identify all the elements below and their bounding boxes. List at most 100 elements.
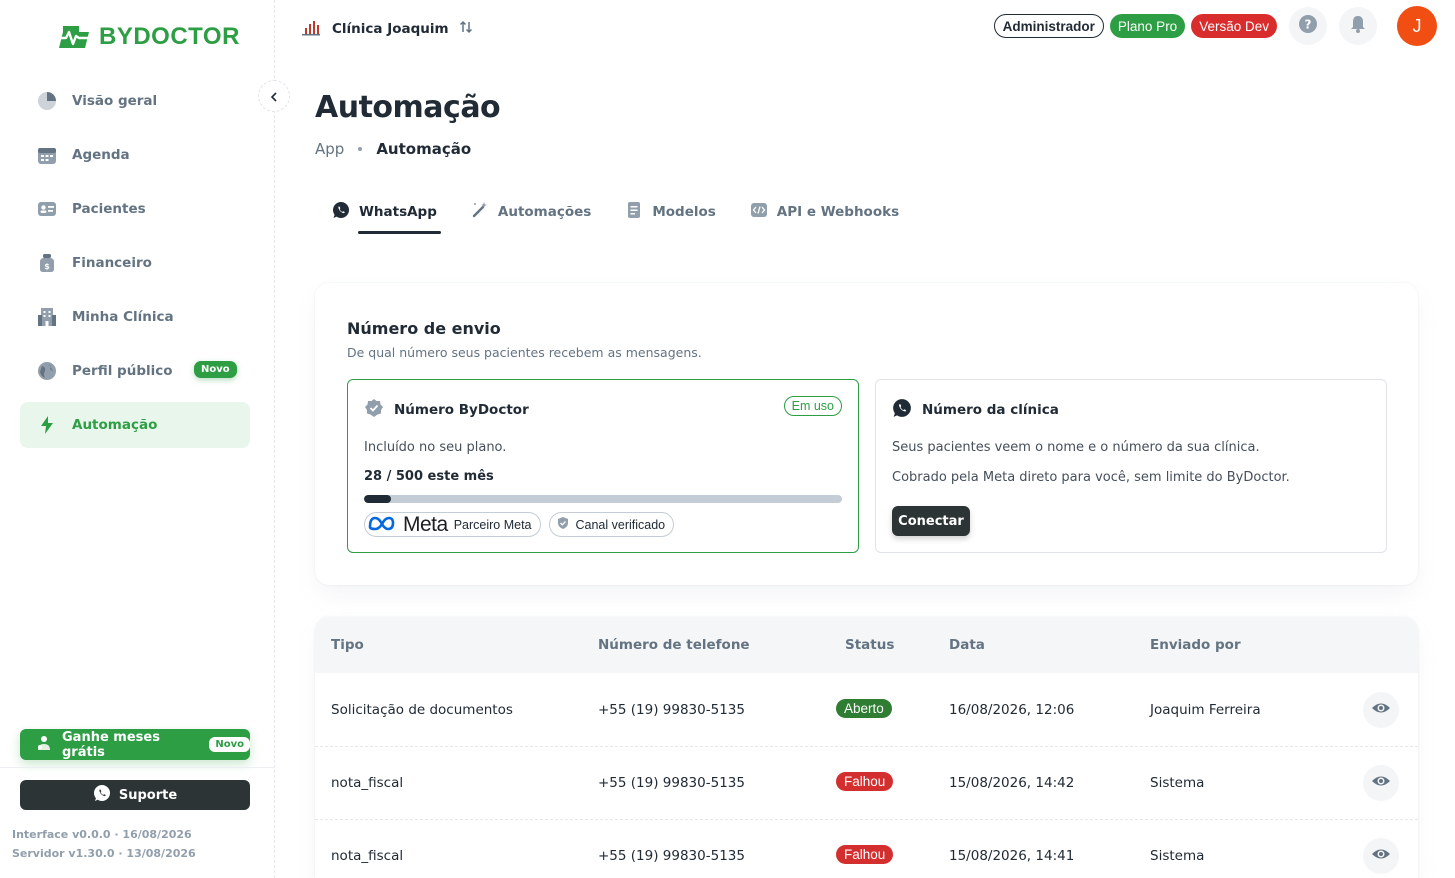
usage-text: 28 / 500 este mês (364, 469, 494, 484)
sidebar-item-pacientes[interactable]: Pacientes (20, 186, 250, 232)
card-subtitle: De qual número seus pacientes recebem as… (347, 345, 702, 360)
sidebar-item-agenda[interactable]: Agenda (20, 132, 250, 178)
eye-icon (1371, 698, 1391, 722)
sidebar-item-label: Agenda (72, 147, 130, 163)
sidebar-item-automacao[interactable]: Automação (20, 402, 250, 448)
code-icon (750, 201, 768, 223)
tab-label: API e Webhooks (776, 204, 900, 220)
sidebar-nav: Visão geral Agenda Pacientes $ Financeir… (20, 78, 250, 456)
connect-button[interactable]: Conectar (892, 506, 970, 536)
page-title: Automação (315, 90, 501, 125)
option-bydoctor-number[interactable]: Número ByDoctor Em uso Incluído no seu p… (347, 379, 859, 553)
meta-logo-icon (367, 514, 397, 535)
column-header-telefone[interactable]: Número de telefone (598, 637, 750, 653)
sidebar-item-label: Automação (72, 417, 158, 433)
calendar-icon (36, 144, 58, 166)
cell-telefone: +55 (19) 99830-5135 (598, 848, 745, 864)
view-button[interactable] (1363, 838, 1399, 874)
collapse-sidebar-button[interactable] (258, 80, 290, 112)
cell-enviado-por: Joaquim Ferreira (1150, 702, 1261, 718)
sender-number-card: Número de envio De qual número seus paci… (315, 283, 1418, 585)
status-badge: Falhou (836, 845, 894, 864)
plan-badge: Plano Pro (1109, 14, 1186, 38)
building-icon (36, 306, 58, 328)
breadcrumb-separator (358, 147, 363, 151)
sidebar-item-minha-clinica[interactable]: Minha Clínica (20, 294, 250, 340)
breadcrumb-app[interactable]: App (315, 140, 344, 158)
clinic-switcher[interactable]: Clínica Joaquim (300, 16, 473, 42)
cell-data: 15/08/2026, 14:41 (949, 848, 1075, 864)
card-title: Número de envio (347, 319, 501, 338)
table-row[interactable]: Solicitação de documentos +55 (19) 99830-… (315, 674, 1418, 747)
cell-enviado-por: Sistema (1150, 775, 1205, 791)
money-bag-icon: $ (36, 252, 58, 274)
badge-chips: Meta Parceiro Meta Canal verificado (364, 512, 675, 537)
sidebar-item-label: Financeiro (72, 255, 152, 271)
app-root: BYDOCTOR Visão geral Agenda Pacientes $ … (0, 0, 1455, 878)
column-header-status[interactable]: Status (845, 637, 894, 653)
tab-modelos[interactable]: Modelos (625, 200, 716, 224)
bell-icon (1348, 14, 1368, 38)
clinic-description-2: Cobrado pela Meta direto para você, sem … (892, 470, 1290, 485)
column-header-enviado-por[interactable]: Enviado por (1150, 637, 1241, 653)
breadcrumb: App Automação (315, 140, 471, 158)
table-header: Tipo Número de telefone Status Data Envi… (315, 617, 1418, 673)
option-title: Número ByDoctor (394, 402, 529, 418)
notifications-button[interactable] (1339, 7, 1377, 45)
cell-tipo: nota_fiscal (331, 848, 404, 864)
status-badge: Aberto (836, 699, 892, 718)
whatsapp-icon (93, 784, 111, 806)
logo-icon (59, 26, 89, 48)
column-header-tipo[interactable]: Tipo (331, 637, 364, 653)
in-use-badge: Em uso (783, 396, 842, 416)
tab-automacoes[interactable]: Automações (471, 200, 591, 224)
tab-whatsapp[interactable]: WhatsApp (332, 200, 441, 234)
verified-shield-icon (364, 398, 384, 422)
env-badge: Versão Dev (1191, 14, 1277, 38)
cell-tipo: nota_fiscal (331, 775, 404, 791)
view-button[interactable] (1363, 765, 1399, 801)
clinic-logo-icon (300, 16, 322, 42)
sidebar-item-perfil-publico[interactable]: Perfil público Novo (20, 348, 250, 394)
usage-progress-fill (364, 495, 391, 503)
gift-icon (36, 735, 52, 755)
user-avatar[interactable]: J (1397, 6, 1437, 46)
table-row[interactable]: nota_fiscal +55 (19) 99830-5135 15/08/2026… (315, 747, 1418, 820)
verified-channel-chip: Canal verificado (548, 512, 675, 537)
status-badge: Falhou (836, 772, 894, 791)
magic-wand-icon (471, 201, 489, 223)
swap-arrows-icon (459, 20, 473, 38)
table-row[interactable]: nota_fiscal +55 (19) 99830-5135 15/08/2026… (315, 820, 1418, 878)
free-months-label: Ganhe meses grátis (62, 729, 160, 760)
sidebar-divider (0, 767, 275, 768)
breadcrumb-current: Automação (376, 140, 472, 158)
sidebar-item-visao-geral[interactable]: Visão geral (20, 78, 250, 124)
help-button[interactable]: ? (1289, 7, 1327, 45)
tab-label: Modelos (652, 204, 716, 220)
option-clinic-number[interactable]: Número da clínica Seus pacientes veem o … (875, 379, 1387, 553)
brand-name: BYDOCTOR (99, 23, 240, 50)
whatsapp-icon (892, 398, 912, 422)
new-badge: Novo (194, 361, 237, 378)
view-button[interactable] (1363, 692, 1399, 728)
cell-data: 16/08/2026, 12:06 (949, 702, 1075, 718)
clinic-name: Clínica Joaquim (332, 21, 449, 37)
option-header: Número ByDoctor (364, 398, 529, 422)
tab-api-webhooks[interactable]: API e Webhooks (750, 200, 899, 224)
new-badge: Novo (209, 737, 250, 752)
globe-icon (36, 360, 58, 382)
eye-icon (1371, 771, 1391, 795)
tab-label: WhatsApp (359, 204, 437, 220)
tab-bar: WhatsApp Automações Modelos API e Webhoo… (332, 200, 899, 234)
cell-telefone: +55 (19) 99830-5135 (598, 702, 745, 718)
sidebar-item-label: Visão geral (72, 93, 158, 109)
brand-logo[interactable]: BYDOCTOR (55, 22, 240, 52)
id-card-icon (36, 198, 58, 220)
free-months-button[interactable]: Ganhe meses grátis Novo (20, 729, 250, 760)
support-button[interactable]: Suporte (20, 780, 250, 810)
cell-telefone: +55 (19) 99830-5135 (598, 775, 745, 791)
sidebar-item-financeiro[interactable]: $ Financeiro (20, 240, 250, 286)
usage-progress-bar (364, 495, 842, 503)
column-header-data[interactable]: Data (949, 637, 985, 653)
shield-check-icon (556, 516, 570, 533)
